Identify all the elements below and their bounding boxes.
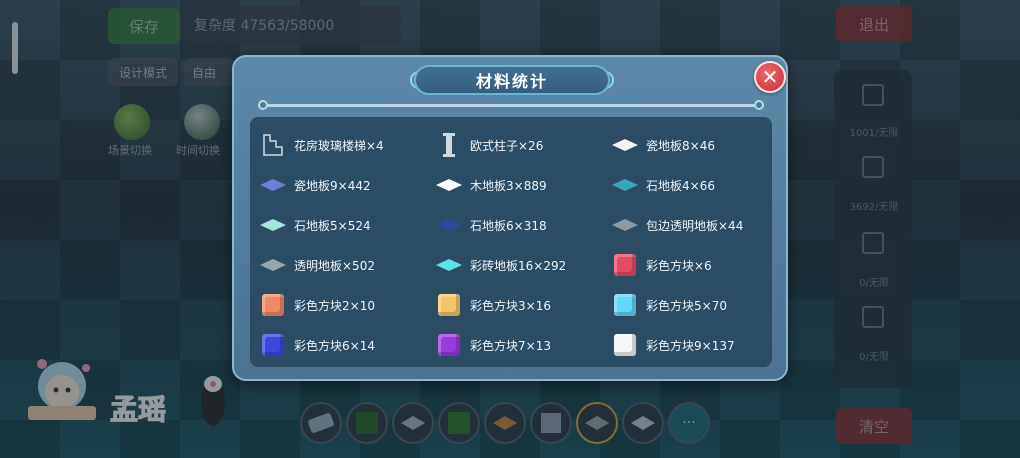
cube-shape: [614, 334, 636, 356]
material-label: 彩色方块6×14: [294, 338, 375, 353]
material-item: 彩砖地板16×292: [436, 245, 612, 285]
material-item: 彩色方块5×70: [612, 285, 764, 325]
cube-icon: [436, 292, 462, 318]
material-item: 彩色方块9×137: [612, 325, 764, 365]
pillar-icon: [436, 132, 462, 158]
material-label: 彩色方块7×13: [470, 338, 551, 353]
tile-shape: [612, 139, 638, 151]
tile-icon: [260, 172, 286, 198]
cube-shape: [614, 254, 636, 276]
material-item: 石地板6×318: [436, 205, 612, 245]
material-item: 包边透明地板×44: [612, 205, 764, 245]
cube-icon: [612, 332, 638, 358]
tile-shape: [260, 179, 286, 191]
material-stats-dialog: 材料统计 ✕ 花房玻璃楼梯×4 欧式柱子×26 瓷地板8×46 瓷地板9×442 木地板…: [232, 55, 788, 381]
cube-shape: [262, 294, 284, 316]
materials-list-panel: 花房玻璃楼梯×4 欧式柱子×26 瓷地板8×46 瓷地板9×442 木地板3×889 石地…: [250, 117, 772, 367]
material-label: 透明地板×502: [294, 258, 375, 273]
cube-shape: [438, 334, 460, 356]
cube-icon: [612, 292, 638, 318]
material-item: 瓷地板8×46: [612, 125, 764, 165]
material-label: 彩色方块×6: [646, 258, 712, 273]
material-label: 彩色方块2×10: [294, 298, 375, 313]
material-item: 花房玻璃楼梯×4: [260, 125, 436, 165]
material-label: 石地板6×318: [470, 218, 547, 233]
tile-icon: [436, 252, 462, 278]
tile-icon: [260, 252, 286, 278]
material-label: 包边透明地板×44: [646, 218, 744, 233]
tile-shape: [260, 219, 286, 231]
tile-shape: [260, 259, 286, 271]
divider-dot-right: [754, 100, 764, 110]
tile-icon: [612, 212, 638, 238]
tile-shape: [436, 219, 462, 231]
material-item: 彩色方块×6: [612, 245, 764, 285]
tile-icon: [436, 172, 462, 198]
tile-shape: [612, 219, 638, 231]
tile-icon: [436, 212, 462, 238]
material-label: 彩砖地板16×292: [470, 258, 567, 273]
tile-shape: [612, 179, 638, 191]
material-item: 彩色方块2×10: [260, 285, 436, 325]
material-item: 木地板3×889: [436, 165, 612, 205]
tile-icon: [612, 172, 638, 198]
cube-icon: [612, 252, 638, 278]
tile-shape: [436, 259, 462, 271]
material-item: 瓷地板9×442: [260, 165, 436, 205]
material-label: 木地板3×889: [470, 178, 547, 193]
title-divider: [258, 104, 764, 107]
tile-icon: [260, 212, 286, 238]
material-item: 透明地板×502: [260, 245, 436, 285]
stairs-icon: [260, 132, 286, 158]
material-label: 石地板5×524: [294, 218, 371, 233]
materials-grid: 花房玻璃楼梯×4 欧式柱子×26 瓷地板8×46 瓷地板9×442 木地板3×889 石地…: [260, 125, 764, 365]
cube-icon: [436, 332, 462, 358]
material-label: 花房玻璃楼梯×4: [294, 138, 384, 153]
divider-dot-left: [258, 100, 268, 110]
material-label: 瓷地板9×442: [294, 178, 371, 193]
cube-icon: [260, 292, 286, 318]
cube-icon: [260, 332, 286, 358]
tile-shape: [436, 179, 462, 191]
cube-shape: [614, 294, 636, 316]
cube-shape: [438, 294, 460, 316]
tile-icon: [612, 132, 638, 158]
material-label: 彩色方块3×16: [470, 298, 551, 313]
material-label: 瓷地板8×46: [646, 138, 715, 153]
close-button[interactable]: ✕: [754, 61, 786, 93]
material-item: 欧式柱子×26: [436, 125, 612, 165]
material-item: 彩色方块6×14: [260, 325, 436, 365]
material-label: 彩色方块5×70: [646, 298, 727, 313]
material-label: 彩色方块9×137: [646, 338, 735, 353]
cube-shape: [262, 334, 284, 356]
material-label: 石地板4×66: [646, 178, 715, 193]
material-item: 石地板5×524: [260, 205, 436, 245]
material-item: 彩色方块3×16: [436, 285, 612, 325]
material-label: 欧式柱子×26: [470, 138, 544, 153]
material-item: 石地板4×66: [612, 165, 764, 205]
material-item: 彩色方块7×13: [436, 325, 612, 365]
dialog-title: 材料统计: [414, 65, 610, 95]
